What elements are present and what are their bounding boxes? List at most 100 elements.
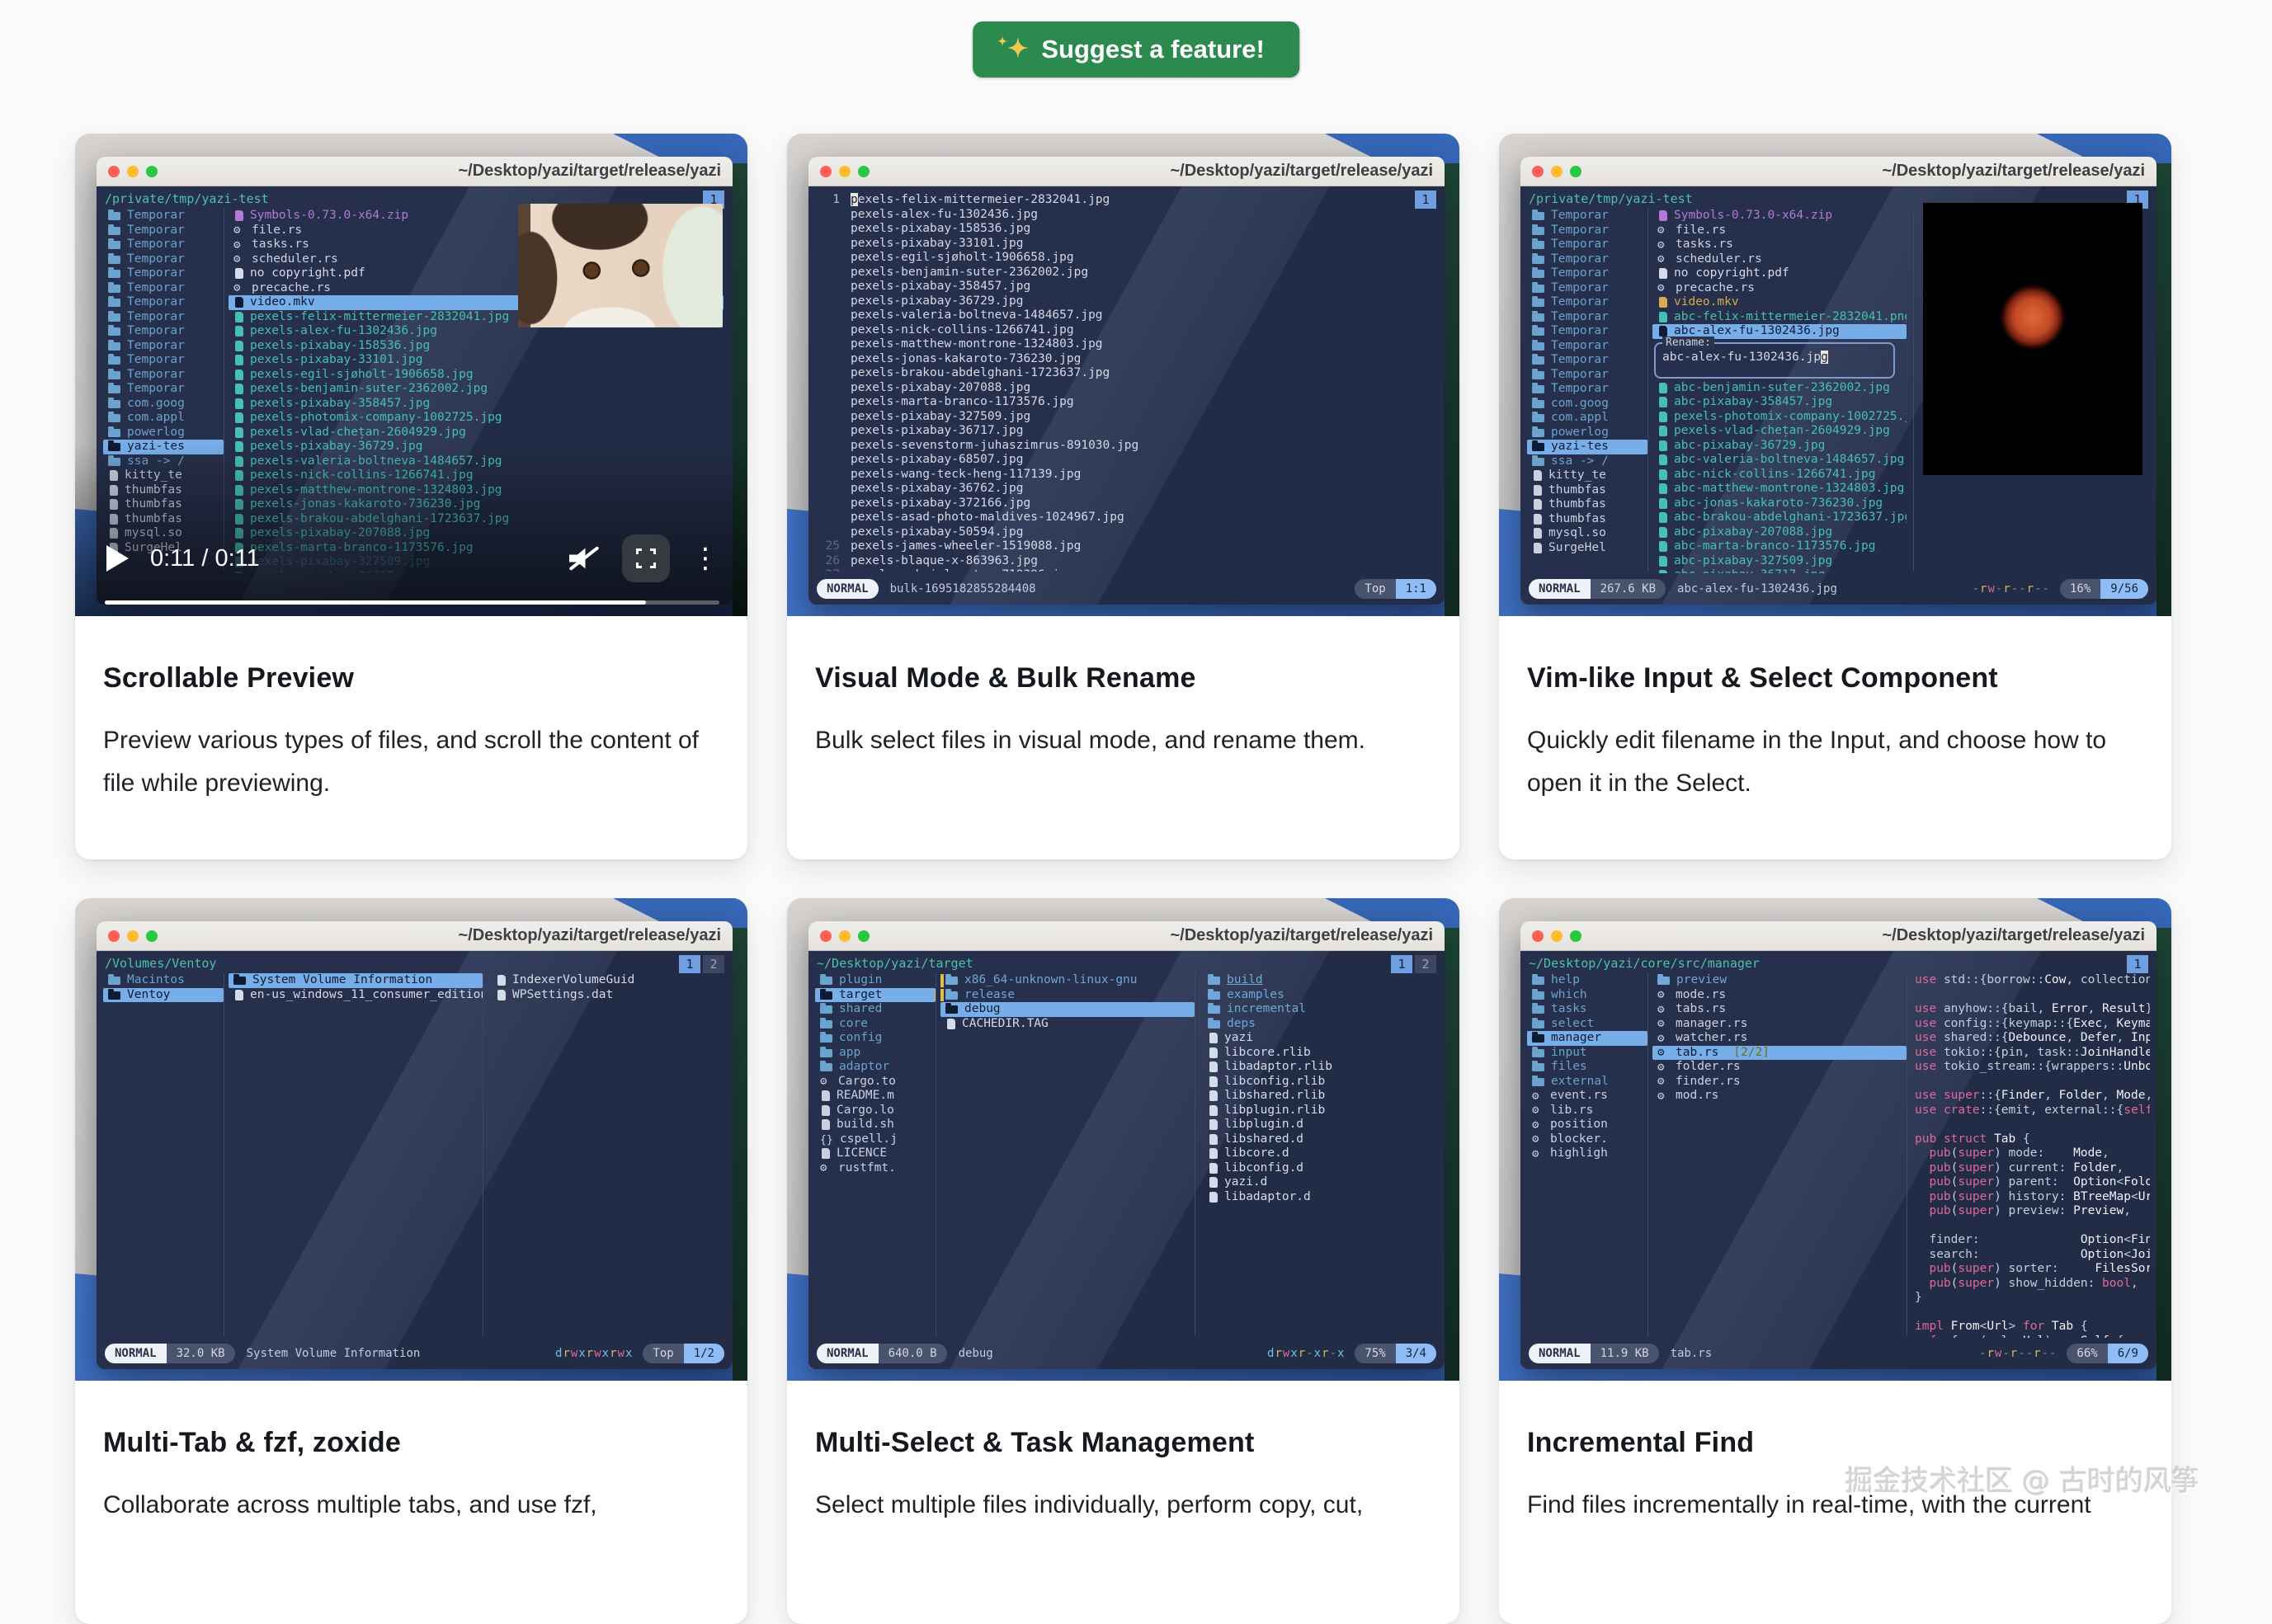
- preview-row: examples: [1203, 988, 1438, 1003]
- folder-icon: [1532, 256, 1544, 264]
- file-row: watcher.rs: [1652, 1031, 1907, 1046]
- parent-row: cspell.j: [815, 1132, 936, 1147]
- gear-icon: [1657, 253, 1669, 265]
- folder-icon: [1208, 991, 1220, 1000]
- file-row: abc-matthew-montrone-1324803.jpg: [1652, 482, 1907, 497]
- permissions: drwxrwxrwx: [555, 1347, 633, 1360]
- code-line: use anyhow::{bail, Error, Result};: [1915, 1002, 2150, 1017]
- folder-icon: [820, 991, 832, 1000]
- image-icon: [1659, 426, 1667, 436]
- preview-row: libshared.rlib: [1203, 1089, 1438, 1104]
- code-line: pub(super) mode: Mode,: [1915, 1146, 2150, 1161]
- parent-row: LICENCE: [815, 1146, 936, 1161]
- percent-badge: Top: [643, 1344, 683, 1363]
- folder-icon: [1532, 458, 1544, 466]
- card-description: Bulk select files in visual mode, and re…: [815, 719, 1413, 762]
- preview-row: build: [1203, 973, 1438, 988]
- file-size: 32.0 KB: [167, 1344, 235, 1363]
- code-line: use super::{Finder, Folder, Mode, Pre: [1915, 1089, 2150, 1104]
- file-icon: [1209, 1090, 1218, 1101]
- tab-1: 1: [2127, 955, 2148, 973]
- file-row: mod.rs: [1652, 1089, 1907, 1104]
- gear-icon: [1532, 1148, 1544, 1160]
- file-size: 640.0 B: [879, 1344, 947, 1363]
- position-badge: 9/56: [2100, 579, 2148, 599]
- parent-row: Temporar: [1527, 224, 1647, 238]
- parent-row: Temporar: [1527, 295, 1647, 310]
- image-icon: [1659, 397, 1667, 407]
- rename-line: 25pexels-james-wheeler-1519088.jpg: [815, 539, 1438, 554]
- file-row: abc-benjamin-suter-2362002.jpg: [1652, 381, 1907, 396]
- image-icon: [1659, 570, 1667, 573]
- image-icon: [1659, 326, 1667, 337]
- folder-icon: [1208, 1020, 1220, 1029]
- rename-line: pexels-jonas-kakaroto-736230.jpg: [815, 352, 1438, 367]
- file-icon: [497, 990, 506, 1000]
- parent-row: README.m: [815, 1089, 936, 1104]
- zoom-window-icon: [858, 930, 870, 942]
- column-divider: [1647, 973, 1648, 1336]
- image-icon: [1659, 454, 1667, 465]
- image-icon: [1659, 383, 1667, 393]
- code-line: pub(super) sorter: FilesSorter: [1915, 1262, 2150, 1277]
- file-row: abc-pixabay-358457.jpg: [1652, 395, 1907, 410]
- file-row: abc-valeria-boltneva-1484657.jpg: [1652, 453, 1907, 468]
- folder-icon: [1532, 443, 1544, 451]
- parent-row: SurgeHel: [1527, 541, 1647, 556]
- parent-row: Temporar: [1527, 238, 1647, 252]
- gear-icon: [1532, 1133, 1544, 1145]
- parent-row: external: [1527, 1075, 1647, 1090]
- parent-row: plugin: [815, 973, 936, 988]
- parent-row: ssa -> /: [1527, 454, 1647, 469]
- minimize-window-icon: [839, 930, 851, 942]
- preview-row: libplugin.rlib: [1203, 1104, 1438, 1118]
- mute-icon[interactable]: [568, 544, 601, 573]
- current-column: x86_64-unknown-linux-gnureleasedebugCACH…: [940, 973, 1195, 1338]
- more-options-icon[interactable]: ⋮: [691, 544, 719, 572]
- file-row: abc-felix-mittermeier-2832041.png: [1652, 310, 1907, 325]
- image-icon: [1659, 483, 1667, 494]
- gear-icon: [1657, 1047, 1669, 1058]
- file-icon: [822, 1119, 830, 1130]
- preview-row: WPSettings.dat: [491, 988, 726, 1003]
- rename-line: 27pexels-gabriel-peter-719396.jpg: [815, 568, 1438, 572]
- parent-row: which: [1527, 988, 1647, 1003]
- code-line: search: Option<Join: [1915, 1248, 2150, 1263]
- terminal: ~/Desktop/yazi/core/src/manager 1 helpwh…: [1520, 951, 2157, 1369]
- terminal-screenshot: ~/Desktop/yazi/target/release/yazi /Volu…: [75, 898, 747, 1381]
- fullscreen-icon[interactable]: [622, 534, 670, 582]
- file-icon: [1209, 1119, 1218, 1130]
- window-titlebar: ~/Desktop/yazi/target/release/yazi: [808, 921, 1445, 951]
- file-icon: [1209, 1163, 1218, 1174]
- file-icon: [1534, 499, 1542, 510]
- folder-icon: [1657, 977, 1670, 985]
- suggest-feature-button[interactable]: ✦ Suggest a feature!: [973, 21, 1299, 78]
- play-icon[interactable]: [106, 545, 129, 572]
- column-divider: [1647, 209, 1648, 572]
- permissions: -rw-r--r--: [1973, 582, 2050, 595]
- card-body: Scrollable Preview Preview various types…: [75, 616, 747, 805]
- preview-row: libcore.rlib: [1203, 1046, 1438, 1061]
- video-time: 0:11 / 0:11: [150, 545, 260, 572]
- folder-icon: [1532, 1034, 1544, 1043]
- folder-icon: [1532, 991, 1544, 1000]
- feature-card: ~/Desktop/yazi/target/release/yazi /Volu…: [75, 898, 747, 1624]
- zoom-window-icon: [146, 930, 158, 942]
- code-line: pub struct Tab {: [1915, 1132, 2150, 1147]
- parent-row: input: [1527, 1046, 1647, 1061]
- file-icon: [1209, 1105, 1218, 1116]
- video-progress-bar[interactable]: [105, 600, 719, 605]
- terminal-screenshot: ~/Desktop/yazi/target/release/yazi /priv…: [1499, 134, 2171, 616]
- card-title: Vim-like Input & Select Component: [1527, 662, 2143, 694]
- preview-row: yazi.d: [1203, 1175, 1438, 1190]
- file-icon: [1209, 1047, 1218, 1058]
- file-row: no copyright.pdf: [1652, 266, 1907, 281]
- folder-icon: [1532, 285, 1544, 293]
- code-line: [1915, 1219, 2150, 1234]
- code-line: }: [1915, 1291, 2150, 1306]
- folder-icon: [108, 977, 120, 985]
- rename-input[interactable]: Rename:abc-alex-fu-1302436.jpg: [1654, 342, 1895, 379]
- code-line: pub(super) preview: Preview,: [1915, 1204, 2150, 1219]
- card-title: Multi-Select & Task Management: [815, 1427, 1431, 1459]
- close-window-icon: [108, 930, 120, 942]
